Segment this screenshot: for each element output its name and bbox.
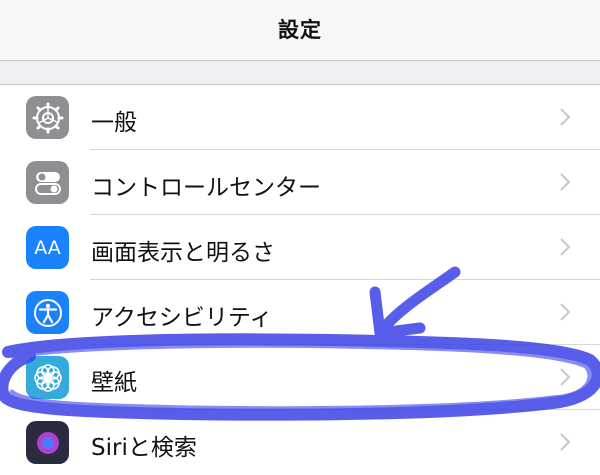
settings-row-display-brightness[interactable]: AA 画面表示と明るさ — [0, 215, 600, 280]
accessibility-icon — [26, 291, 69, 334]
settings-row-control-center[interactable]: コントロールセンター — [0, 150, 600, 215]
settings-row-label: コントロールセンター — [91, 175, 321, 201]
text-size-icon: AA — [26, 226, 69, 269]
chevron-right-icon — [560, 303, 570, 321]
chevron-right-icon — [560, 108, 570, 126]
toggle-switches-icon — [26, 161, 69, 204]
text-size-icon-glyph: AA — [34, 236, 61, 259]
settings-row-label: 壁紙 — [91, 370, 137, 396]
gear-icon — [26, 96, 69, 139]
chevron-right-icon — [560, 368, 570, 386]
siri-icon — [26, 421, 69, 464]
settings-row-siri-search[interactable]: Siriと検索 — [0, 410, 600, 475]
navigation-bar: 設定 — [0, 0, 600, 61]
settings-list: 一般 コントロールセンター AA 画面表示と明るさ アクセシビリティ 壁紙 Si… — [0, 84, 600, 475]
settings-row-accessibility[interactable]: アクセシビリティ — [0, 280, 600, 345]
settings-row-wallpaper[interactable]: 壁紙 — [0, 345, 600, 410]
settings-row-label: 一般 — [91, 110, 137, 136]
page-title: 設定 — [278, 18, 322, 42]
chevron-right-icon — [560, 238, 570, 256]
settings-row-label: アクセシビリティ — [91, 305, 273, 331]
chevron-right-icon — [560, 173, 570, 191]
settings-row-label: 画面表示と明るさ — [91, 240, 275, 266]
settings-row-label: Siriと検索 — [91, 435, 197, 461]
settings-row-general[interactable]: 一般 — [0, 85, 600, 150]
wallpaper-flower-icon — [26, 356, 69, 399]
